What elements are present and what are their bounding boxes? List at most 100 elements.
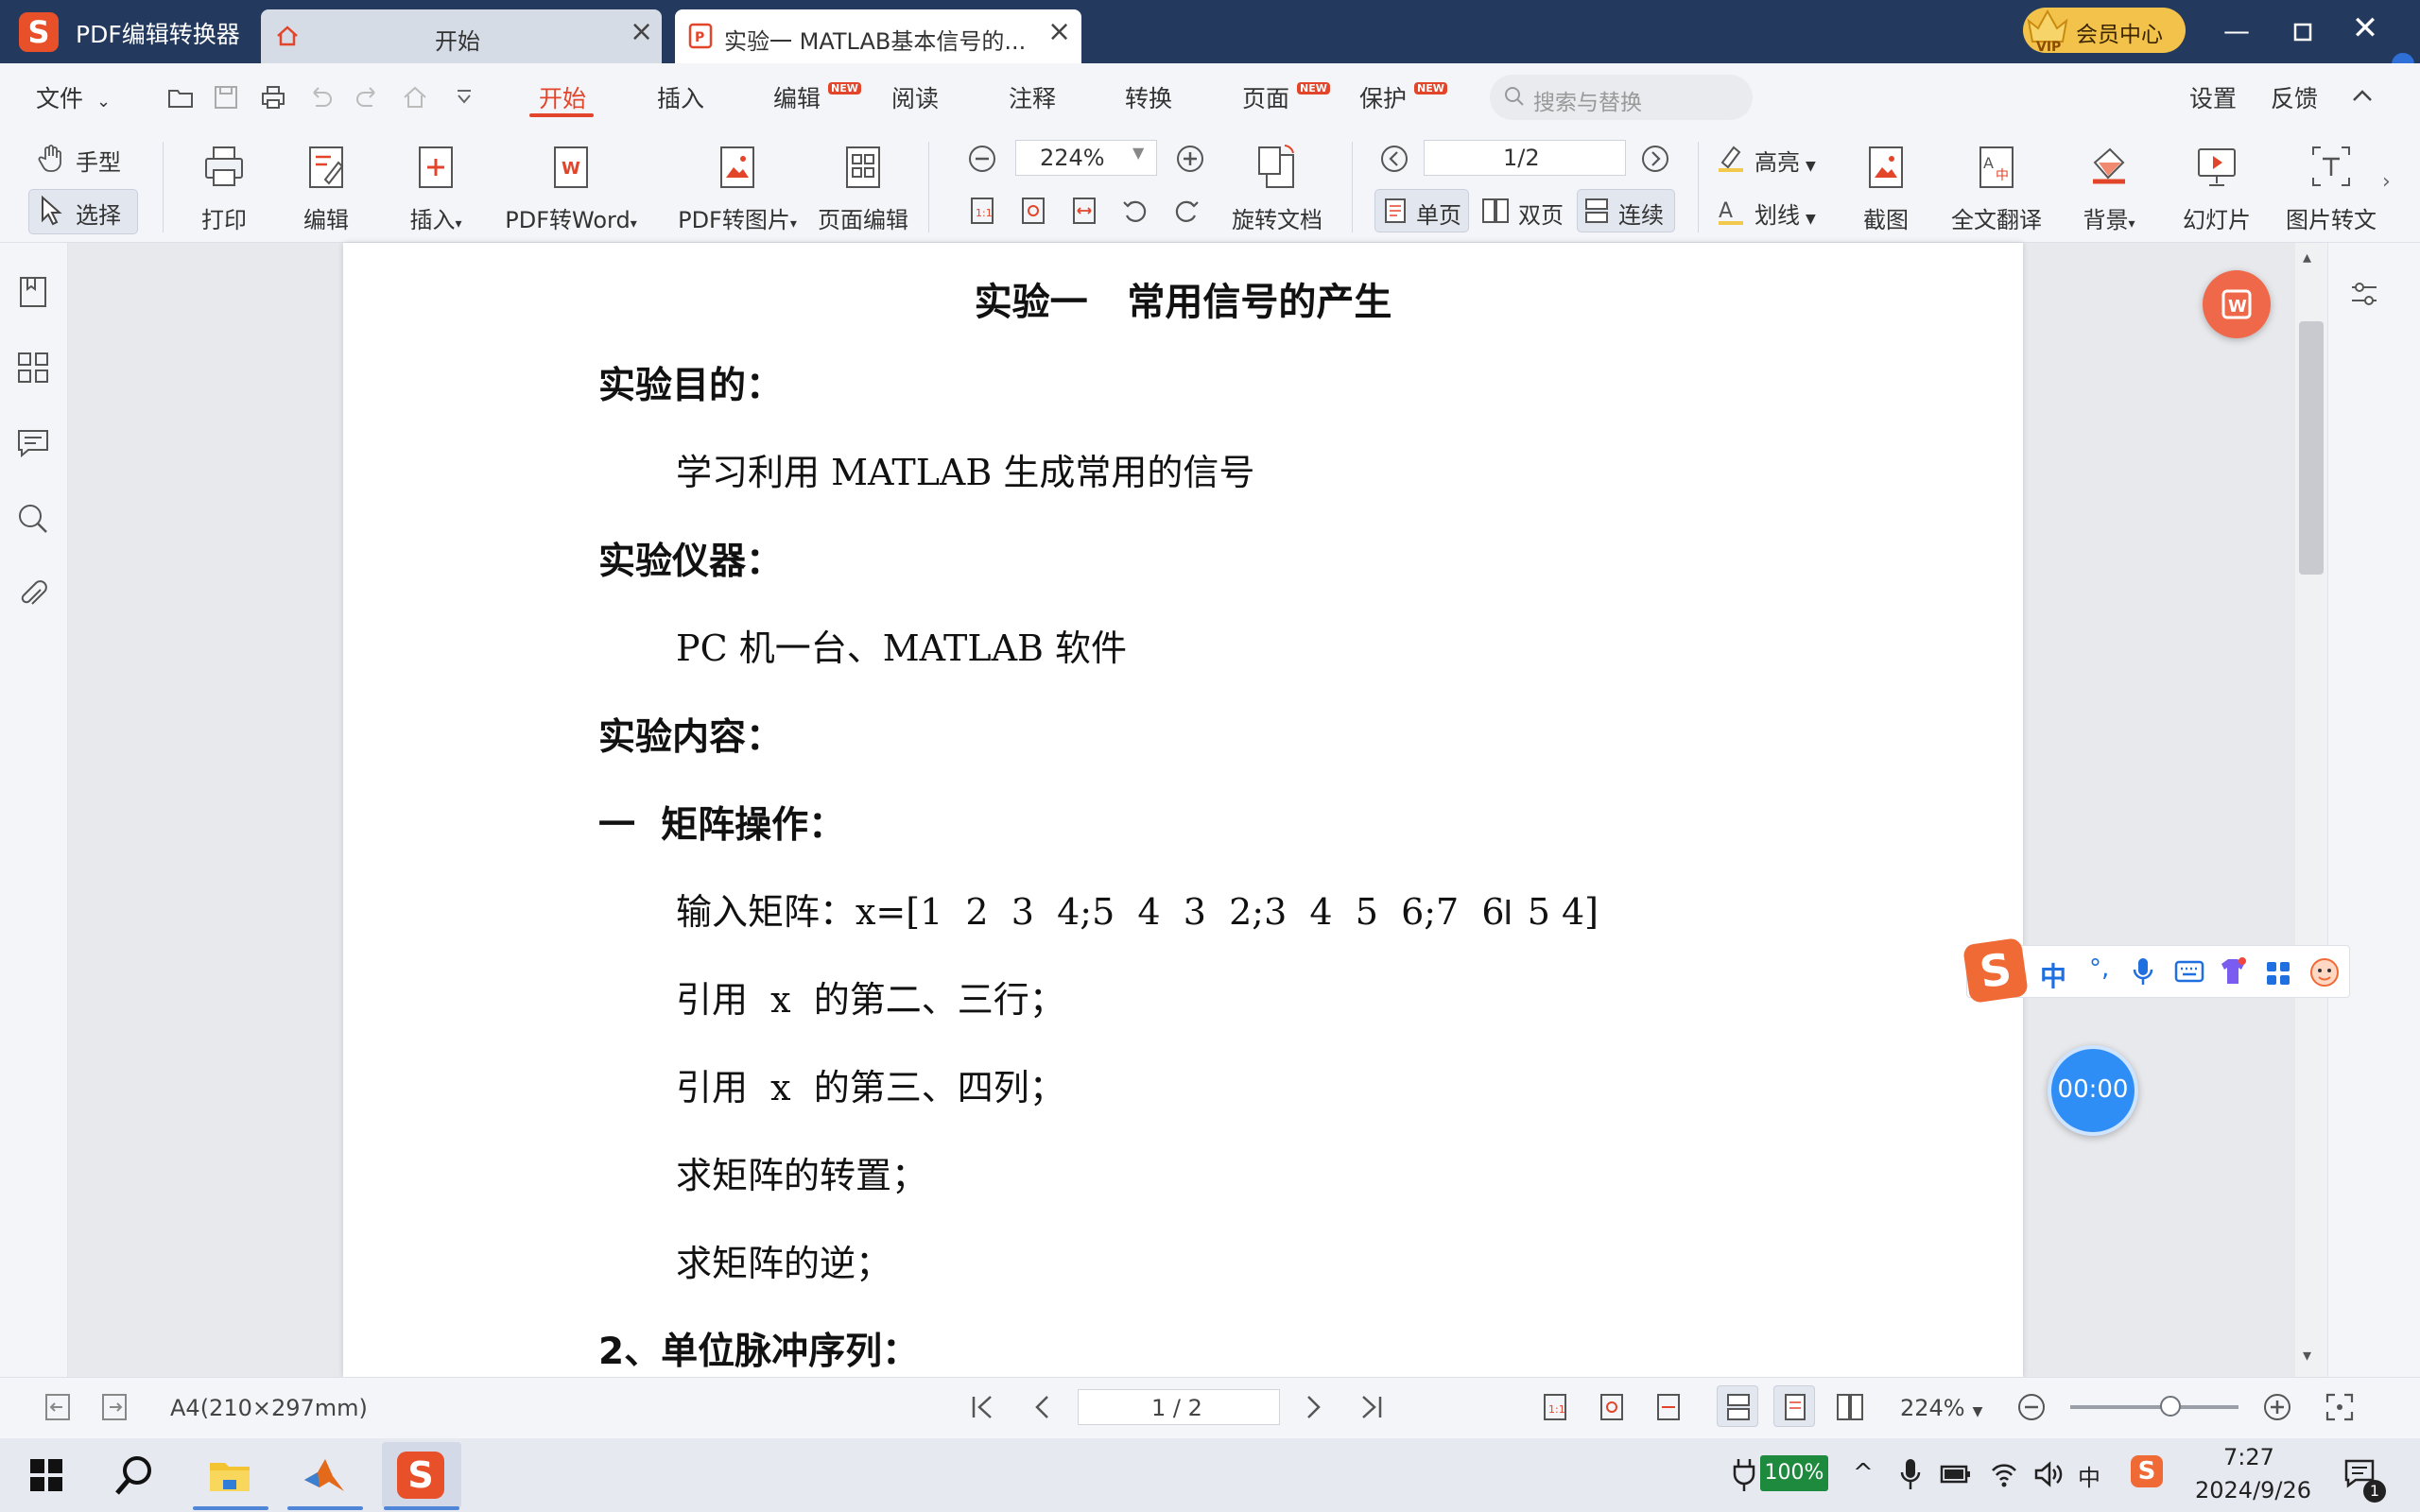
last-page-icon[interactable]	[1356, 1391, 1388, 1423]
volume-icon[interactable]	[2032, 1459, 2065, 1489]
fullscreen-icon[interactable]	[2324, 1391, 2356, 1423]
actual-size-icon[interactable]: 1:1	[1539, 1391, 1571, 1423]
keyboard-icon[interactable]	[2174, 960, 2204, 983]
print-icon[interactable]	[259, 83, 287, 112]
clock-time[interactable]: 7:27	[2223, 1444, 2274, 1470]
close-icon[interactable]: ×	[1047, 15, 1071, 48]
next-page-icon[interactable]	[1297, 1391, 1329, 1423]
microphone-icon[interactable]	[1898, 1457, 1923, 1491]
zoom-in-icon[interactable]	[2261, 1391, 2293, 1423]
first-page-icon[interactable]	[966, 1391, 998, 1423]
attachment-icon[interactable]	[15, 576, 51, 612]
thumbnails-icon[interactable]	[15, 350, 51, 386]
zoom-in-icon[interactable]	[1174, 143, 1206, 175]
search-icon[interactable]	[112, 1452, 159, 1499]
close-icon[interactable]: ×	[630, 15, 653, 48]
rotate-left-icon[interactable]	[1119, 195, 1151, 227]
rotate-document-button[interactable]: 旋转文档	[1225, 138, 1329, 240]
bookmark-icon[interactable]	[15, 274, 51, 310]
zoom-out-icon[interactable]	[2015, 1391, 2048, 1423]
image-to-text-button[interactable]: 图片转文	[2276, 138, 2386, 240]
ime-indicator[interactable]: 中	[2078, 1459, 2100, 1492]
battery-indicator[interactable]: 100%	[1760, 1455, 1828, 1491]
battery-icon[interactable]	[1940, 1461, 1972, 1487]
menu-read[interactable]: 阅读	[891, 80, 939, 114]
previous-page-icon[interactable]	[1027, 1391, 1059, 1423]
forward-view-icon[interactable]	[98, 1391, 130, 1423]
menu-page[interactable]: 页面	[1242, 80, 1289, 114]
next-page-icon[interactable]	[1639, 143, 1671, 175]
page-edit-button[interactable]: 页面编辑	[811, 138, 915, 240]
pdf-to-word-button[interactable]: W PDF转Word▾	[505, 138, 637, 240]
back-view-icon[interactable]	[42, 1391, 74, 1423]
pdf-to-image-button[interactable]: PDF转图片▾	[671, 138, 804, 240]
punctuation-icon[interactable]: °,	[2089, 954, 2109, 983]
previous-page-icon[interactable]	[1378, 143, 1410, 175]
insert-button[interactable]: 插入▾	[384, 138, 488, 240]
chevron-down-icon[interactable]: ▼	[1132, 144, 1144, 162]
menu-protect[interactable]: 保护	[1359, 80, 1407, 114]
customize-chevron-icon[interactable]	[450, 83, 478, 112]
wifi-icon[interactable]	[1989, 1459, 2019, 1489]
full-translate-button[interactable]: A中 全文翻译	[1942, 138, 2051, 240]
edit-button[interactable]: 编辑	[274, 138, 378, 240]
underline-button[interactable]: 划线 ▼	[1754, 197, 1816, 230]
open-folder-icon[interactable]	[166, 83, 195, 112]
minimize-button[interactable]: —	[2218, 15, 2256, 46]
maximize-button[interactable]	[2291, 21, 2314, 43]
zoom-slider-track[interactable]	[2070, 1405, 2238, 1409]
tab-document[interactable]: P 实验一 MATLAB基本信号的... ×	[675, 9, 1081, 63]
windows-start-icon[interactable]	[23, 1452, 70, 1499]
rotate-right-icon[interactable]	[1170, 195, 1202, 227]
microphone-icon[interactable]	[2131, 956, 2155, 987]
background-button[interactable]: 背景▾	[2057, 138, 2161, 240]
menu-insert[interactable]: 插入	[657, 80, 704, 114]
zoom-out-icon[interactable]	[966, 143, 998, 175]
comment-icon[interactable]	[15, 425, 51, 461]
tab-home[interactable]: 开始 ×	[261, 9, 662, 63]
ribbon-scroll-right-icon[interactable]: ›	[2382, 170, 2391, 194]
double-page-view-button[interactable]: 双页	[1518, 197, 1564, 230]
double-page-icon[interactable]	[1834, 1391, 1866, 1423]
scroll-up-icon[interactable]: ▴	[2303, 248, 2311, 267]
file-explorer-icon[interactable]	[206, 1452, 253, 1499]
hand-tool-button[interactable]: 手型	[76, 144, 121, 177]
clock-date[interactable]: 2024/9/26	[2195, 1477, 2311, 1503]
tray-expand-icon[interactable]: ^	[1853, 1459, 1874, 1487]
ime-language-toggle[interactable]: 中	[2040, 956, 2066, 994]
mascot-icon[interactable]	[2308, 956, 2341, 988]
toolbox-grid-icon[interactable]	[2265, 960, 2291, 987]
close-window-button[interactable]: ✕	[2346, 9, 2384, 47]
fit-width-icon[interactable]	[1652, 1391, 1685, 1423]
fit-page-icon[interactable]	[1596, 1391, 1628, 1423]
scroll-down-icon[interactable]: ▾	[2303, 1346, 2311, 1366]
redo-icon[interactable]	[354, 83, 382, 112]
power-plug-icon[interactable]	[1730, 1455, 1758, 1493]
menu-annotate[interactable]: 注释	[1009, 80, 1056, 114]
search-icon[interactable]	[15, 501, 51, 537]
save-icon[interactable]	[212, 83, 240, 112]
menu-convert[interactable]: 转换	[1125, 80, 1172, 114]
slideshow-button[interactable]: 幻灯片	[2165, 138, 2269, 240]
matlab-icon[interactable]	[301, 1452, 348, 1499]
print-button[interactable]: 打印	[172, 138, 276, 240]
scrollbar-thumb[interactable]	[2299, 321, 2324, 575]
highlight-button[interactable]: 高亮 ▼	[1754, 144, 1816, 177]
feedback-button[interactable]: 反馈	[2271, 80, 2318, 114]
pdf-page[interactable]: 实验一 常用信号的产生 实验目的： 学习利用 MATLAB 生成常用的信号 实验…	[343, 243, 2023, 1377]
menu-edit[interactable]: 编辑	[773, 80, 821, 114]
zoom-slider-knob[interactable]	[2160, 1396, 2181, 1417]
settings-button[interactable]: 设置	[2189, 80, 2237, 114]
sogou-tray-icon[interactable]: S	[2131, 1455, 2163, 1487]
home-icon[interactable]	[401, 83, 429, 112]
fit-page-icon[interactable]	[1017, 195, 1049, 227]
undo-icon[interactable]	[306, 83, 335, 112]
actual-size-icon[interactable]: 1:1	[966, 195, 998, 227]
status-zoom-select[interactable]: 224% ▼	[1900, 1395, 1982, 1421]
screenshot-button[interactable]: 截图	[1834, 138, 1938, 240]
skin-shirt-icon[interactable]	[2218, 956, 2248, 987]
collapse-ribbon-icon[interactable]	[2350, 85, 2375, 106]
properties-sliders-icon[interactable]	[2348, 278, 2380, 310]
menu-start[interactable]: 开始	[539, 80, 586, 114]
fit-width-icon[interactable]	[1068, 195, 1100, 227]
